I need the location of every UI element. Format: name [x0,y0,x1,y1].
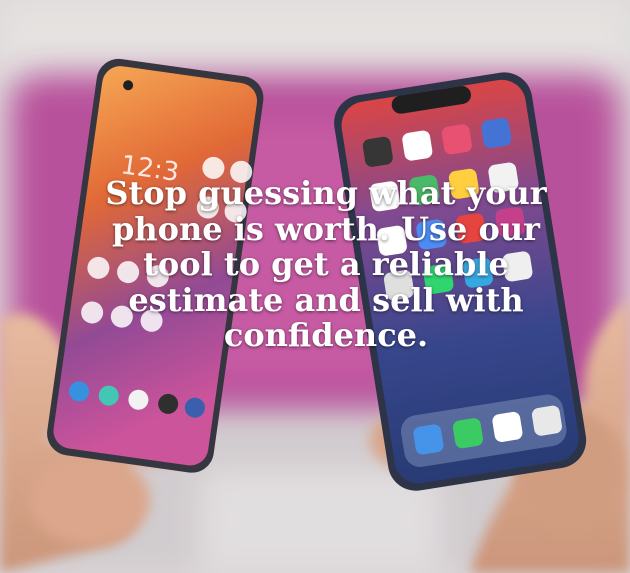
hero-headline: Stop guessing what your phone is worth. … [105,174,547,355]
